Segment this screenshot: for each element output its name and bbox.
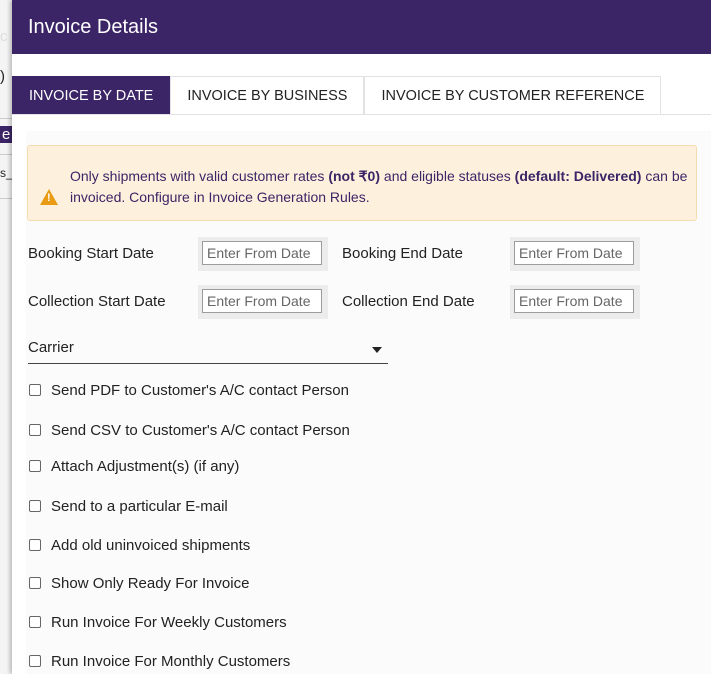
- booking-start-date-wrap: [198, 237, 328, 271]
- option-label: Send to a particular E-mail: [51, 497, 228, 515]
- collection-start-date-label: Collection Start Date: [28, 293, 166, 310]
- show-ready-for-invoice-option[interactable]: Show Only Ready For Invoice: [29, 572, 249, 594]
- booking-end-date-wrap: [510, 237, 640, 271]
- tab-bar: INVOICE BY DATE INVOICE BY BUSINESS INVO…: [12, 76, 662, 114]
- monthly-customers-checkbox[interactable]: [29, 655, 41, 667]
- background-text: c: [0, 28, 8, 45]
- send-to-email-checkbox[interactable]: [29, 500, 41, 512]
- attach-adjustments-option[interactable]: Attach Adjustment(s) (if any): [29, 455, 239, 477]
- collection-start-date-wrap: [198, 285, 328, 319]
- carrier-select[interactable]: Carrier: [28, 337, 388, 364]
- background-page: c ) e s_: [0, 0, 12, 674]
- collection-end-date-input[interactable]: [514, 289, 634, 313]
- option-label: Run Invoice For Weekly Customers: [51, 613, 287, 631]
- tab-invoice-by-customer-reference[interactable]: INVOICE BY CUSTOMER REFERENCE: [364, 76, 662, 114]
- invoice-details-modal: Invoice Details INVOICE BY DATE INVOICE …: [12, 0, 711, 674]
- send-csv-option[interactable]: Send CSV to Customer's A/C contact Perso…: [29, 419, 350, 441]
- carrier-label: Carrier: [28, 339, 74, 356]
- add-old-uninvoiced-checkbox[interactable]: [29, 539, 41, 551]
- background-text: s_: [0, 166, 12, 180]
- background-text: ): [0, 68, 5, 85]
- collection-start-date-input[interactable]: [202, 289, 322, 313]
- booking-end-date-label: Booking End Date: [342, 245, 463, 262]
- tab-invoice-by-date[interactable]: INVOICE BY DATE: [12, 76, 171, 114]
- notice-text: Only shipments with valid customer rates…: [70, 168, 688, 205]
- divider: [0, 198, 12, 199]
- background-button: e: [0, 126, 12, 143]
- divider: [0, 154, 12, 155]
- send-pdf-option[interactable]: Send PDF to Customer's A/C contact Perso…: [29, 379, 349, 401]
- send-csv-checkbox[interactable]: [29, 424, 41, 436]
- weekly-customers-checkbox[interactable]: [29, 616, 41, 628]
- send-pdf-checkbox[interactable]: [29, 384, 41, 396]
- booking-start-date-label: Booking Start Date: [28, 245, 154, 262]
- monthly-customers-option[interactable]: Run Invoice For Monthly Customers: [29, 650, 290, 672]
- modal-title: Invoice Details: [28, 15, 159, 38]
- option-label: Send CSV to Customer's A/C contact Perso…: [51, 421, 350, 439]
- chevron-down-icon: [372, 347, 382, 353]
- booking-end-date-input[interactable]: [514, 241, 634, 265]
- option-label: Run Invoice For Monthly Customers: [51, 652, 291, 670]
- weekly-customers-option[interactable]: Run Invoice For Weekly Customers: [29, 611, 287, 633]
- warning-icon: [40, 189, 58, 205]
- tab-content: Only shipments with valid customer rates…: [26, 131, 711, 674]
- tab-divider: [12, 114, 711, 115]
- option-label: Attach Adjustment(s) (if any): [51, 457, 240, 475]
- option-label: Send PDF to Customer's A/C contact Perso…: [51, 381, 349, 399]
- option-label: Show Only Ready For Invoice: [51, 574, 250, 592]
- tab-invoice-by-business[interactable]: INVOICE BY BUSINESS: [170, 76, 365, 114]
- divider: [0, 118, 12, 119]
- option-label: Add old uninvoiced shipments: [51, 536, 251, 554]
- booking-start-date-input[interactable]: [202, 241, 322, 265]
- add-old-uninvoiced-option[interactable]: Add old uninvoiced shipments: [29, 534, 250, 556]
- collection-end-date-label: Collection End Date: [342, 293, 475, 310]
- info-notice: Only shipments with valid customer rates…: [27, 145, 697, 221]
- modal-header: Invoice Details: [12, 0, 711, 54]
- collection-end-date-wrap: [510, 285, 640, 319]
- show-ready-for-invoice-checkbox[interactable]: [29, 577, 41, 589]
- send-to-email-option[interactable]: Send to a particular E-mail: [29, 495, 228, 517]
- attach-adjustments-checkbox[interactable]: [29, 460, 41, 472]
